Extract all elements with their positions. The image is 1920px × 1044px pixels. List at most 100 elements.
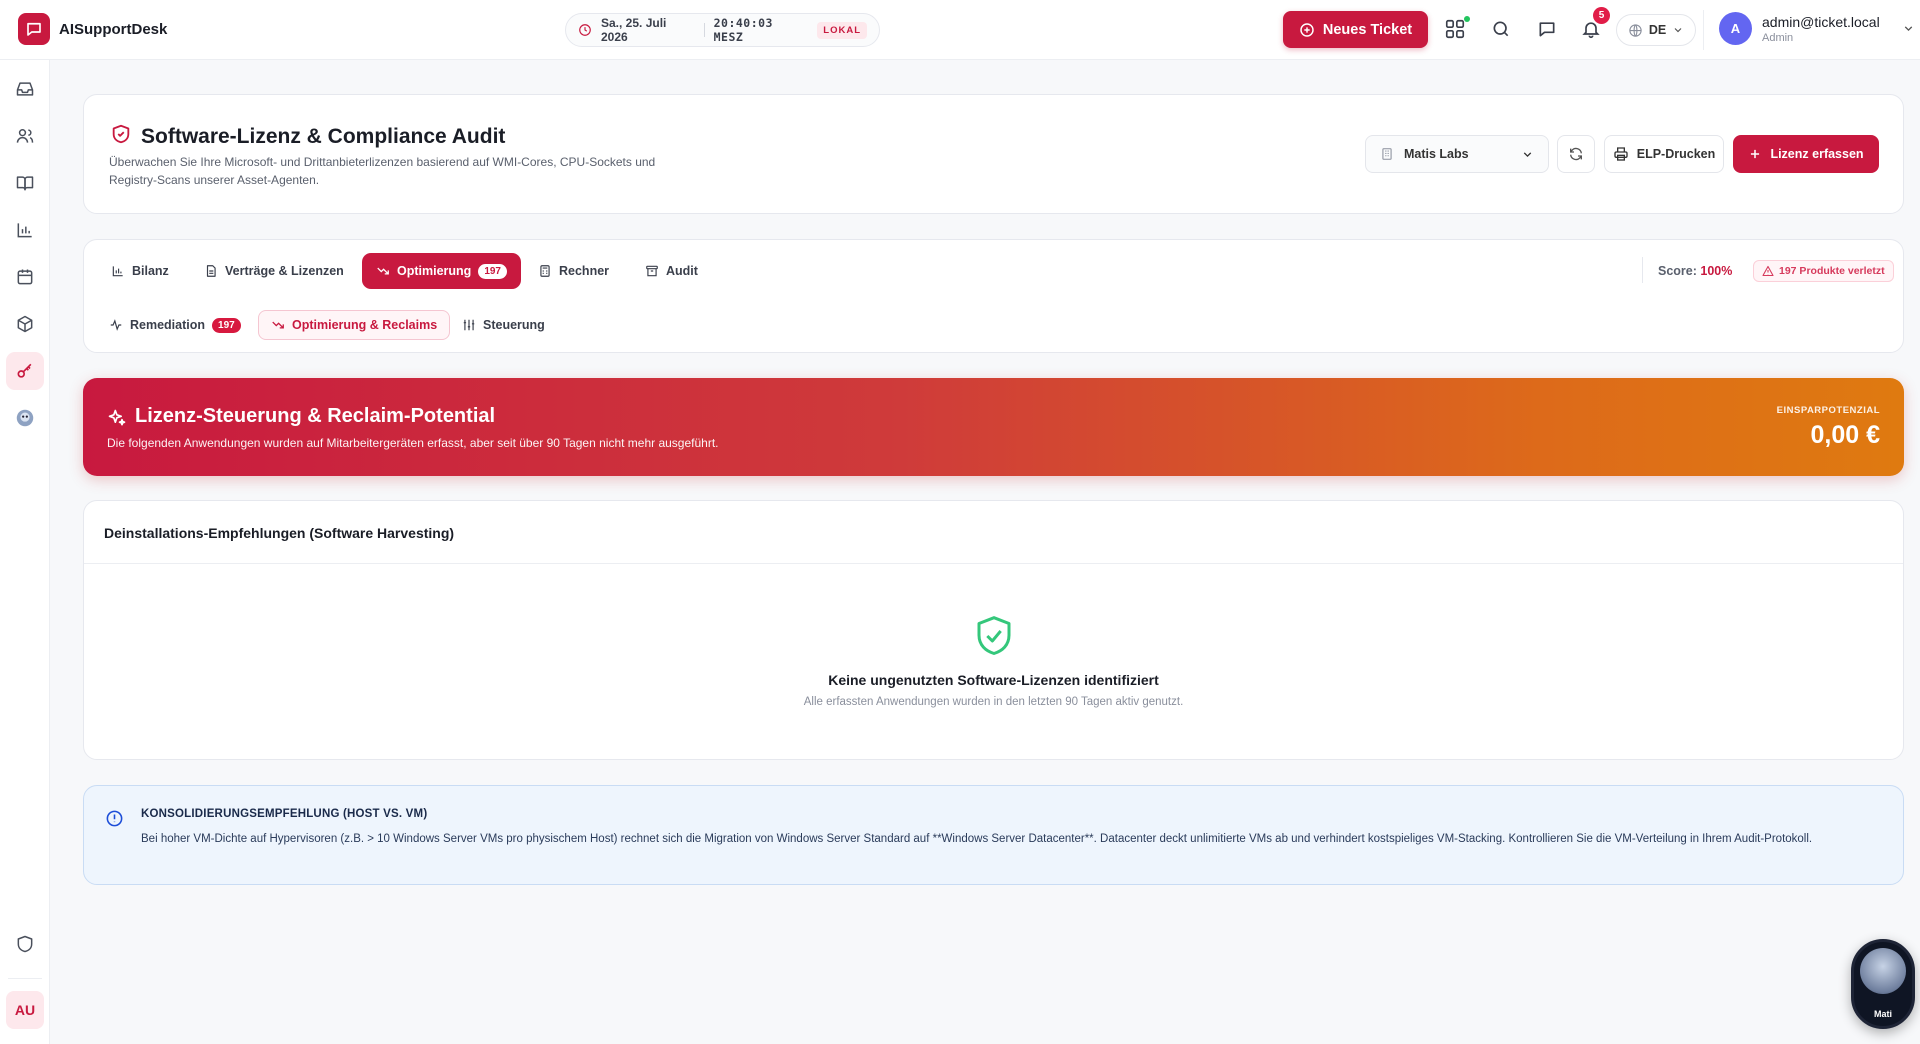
bot-avatar-icon [1860, 948, 1906, 994]
organization-label: Matis Labs [1404, 147, 1469, 161]
chevron-down-icon [1902, 22, 1915, 35]
sidebar-item-security[interactable] [6, 925, 44, 963]
compliance-score: Score: 100% [1658, 264, 1732, 278]
clock-mode-badge: LOKAL [817, 21, 867, 39]
sidebar: AU [0, 60, 50, 1044]
subtab-label: Steuerung [483, 318, 545, 332]
page-subtitle: Überwachen Sie Ihre Microsoft- und Dritt… [109, 155, 656, 187]
online-dot [1464, 16, 1470, 22]
book-icon [15, 173, 35, 193]
brand[interactable]: AISupportDesk [18, 13, 167, 45]
plus-circle-icon [1299, 22, 1315, 38]
shield-check-icon [974, 614, 1014, 658]
tab-label: Audit [666, 264, 698, 278]
bot-icon [14, 407, 36, 429]
savings-value: 0,00 € [1810, 421, 1880, 449]
sidebar-user-initials[interactable]: AU [6, 991, 44, 1029]
bar-chart-icon [111, 264, 125, 278]
sidebar-item-users[interactable] [6, 117, 44, 155]
info-title: KONSOLIDIERUNGSEMPFEHLUNG (HOST VS. VM) [141, 808, 428, 820]
search-button[interactable] [1486, 14, 1516, 44]
consolidation-info-box: KONSOLIDIERUNGSEMPFEHLUNG (HOST VS. VM) … [83, 785, 1904, 885]
reclaim-banner: Lizenz-Steuerung & Reclaim-Potential Die… [83, 378, 1904, 476]
subtab-optimierung-reclaims[interactable]: Optimierung & Reclaims [258, 310, 451, 340]
sidebar-item-reports[interactable] [6, 211, 44, 249]
new-ticket-button[interactable]: Neues Ticket [1283, 11, 1428, 48]
chat-logo-icon [18, 13, 50, 45]
tab-rechner[interactable]: Rechner [524, 253, 623, 289]
assistant-launcher[interactable]: Mati [1851, 939, 1915, 1029]
empty-state-subtitle: Alle erfassten Anwendungen wurden in den… [803, 696, 1184, 708]
archive-icon [645, 264, 659, 278]
building-icon [1380, 147, 1394, 161]
violation-badge: 197 Produkte verletzt [1753, 260, 1894, 282]
savings-label: EINSPARPOTENZIAL [1776, 405, 1880, 416]
refresh-button[interactable] [1557, 135, 1595, 173]
user-email: admin@ticket.local [1762, 13, 1880, 30]
add-license-button[interactable]: Lizenz erfassen [1733, 135, 1879, 173]
language-selector[interactable]: DE [1616, 14, 1696, 46]
plus-icon [1748, 147, 1762, 161]
clock-widget: Sa., 25. Juli 2026 20:40:03 MESZ LOKAL [565, 13, 880, 47]
card-title: Deinstallations-Empfehlungen (Software H… [104, 525, 455, 541]
info-icon [105, 809, 124, 828]
language-label: DE [1648, 23, 1667, 37]
refresh-icon [1568, 146, 1584, 162]
empty-state-title: Keine ungenutzten Software-Lizenzen iden… [828, 672, 1159, 688]
score-label: Score: [1658, 264, 1697, 278]
chevron-down-icon [1521, 148, 1534, 161]
inbox-icon [15, 79, 35, 99]
clock-date: Sa., 25. Juli 2026 [601, 16, 667, 44]
organization-select[interactable]: Matis Labs [1365, 135, 1549, 173]
subtab-steuerung[interactable]: Steuerung [450, 310, 557, 340]
grid-icon [1444, 18, 1466, 40]
subtab-remediation[interactable]: Remediation 197 [97, 310, 253, 340]
calculator-icon [538, 264, 552, 278]
shield-check-icon [110, 123, 132, 145]
sliders-icon [462, 318, 476, 332]
clock-time: 20:40:03 MESZ [713, 16, 773, 44]
tab-vertraege[interactable]: Verträge & Lizenzen [190, 253, 358, 289]
tabs-divider [1642, 257, 1643, 283]
notifications-button[interactable]: 5 [1576, 7, 1610, 44]
avatar: A [1719, 12, 1752, 45]
tab-count-badge: 197 [478, 263, 507, 279]
user-menu[interactable]: A admin@ticket.local Admin [1719, 12, 1915, 45]
globe-icon [1628, 23, 1643, 38]
score-value: 100% [1700, 264, 1733, 278]
tab-bilanz[interactable]: Bilanz [97, 253, 183, 289]
tab-label: Verträge & Lizenzen [225, 264, 344, 278]
tab-label: Optimierung [397, 264, 472, 278]
card-header: Deinstallations-Empfehlungen (Software H… [84, 501, 1903, 564]
apps-grid-button[interactable] [1440, 14, 1470, 44]
activity-icon [109, 318, 123, 332]
top-bar: AISupportDesk Sa., 25. Juli 2026 20:40:0… [0, 0, 1920, 60]
sidebar-item-assets[interactable] [6, 305, 44, 343]
banner-subtitle: Die folgenden Anwendungen wurden auf Mit… [107, 436, 719, 450]
key-icon [15, 361, 35, 381]
subtab-label: Remediation [130, 318, 206, 332]
subtab-count-badge: 197 [212, 317, 241, 333]
sidebar-divider [8, 978, 42, 979]
sidebar-item-knowledge[interactable] [6, 164, 44, 202]
printer-icon [1613, 146, 1629, 162]
users-icon [15, 126, 35, 146]
elp-print-label: ELP-Drucken [1636, 147, 1716, 161]
new-ticket-label: Neues Ticket [1322, 21, 1413, 38]
sidebar-item-licenses[interactable] [6, 352, 44, 390]
clock-icon [578, 23, 592, 37]
tab-audit[interactable]: Audit [631, 253, 712, 289]
messages-button[interactable] [1532, 14, 1562, 44]
sidebar-item-calendar[interactable] [6, 258, 44, 296]
info-text: Bei hoher VM-Dichte auf Hypervisoren (z.… [141, 833, 1813, 845]
elp-print-button[interactable]: ELP-Drucken [1604, 135, 1724, 173]
sidebar-item-ai-agent[interactable] [6, 399, 44, 437]
sidebar-item-inbox[interactable] [6, 70, 44, 108]
message-icon [1537, 19, 1557, 39]
tab-optimierung[interactable]: Optimierung 197 [362, 253, 521, 289]
clock-separator [703, 23, 705, 37]
user-info: admin@ticket.local Admin [1762, 14, 1880, 44]
tabs-card: Bilanz Verträge & Lizenzen Optimierung 1… [83, 239, 1904, 353]
notification-count-badge: 5 [1593, 7, 1610, 24]
topbar-divider [1703, 10, 1704, 50]
